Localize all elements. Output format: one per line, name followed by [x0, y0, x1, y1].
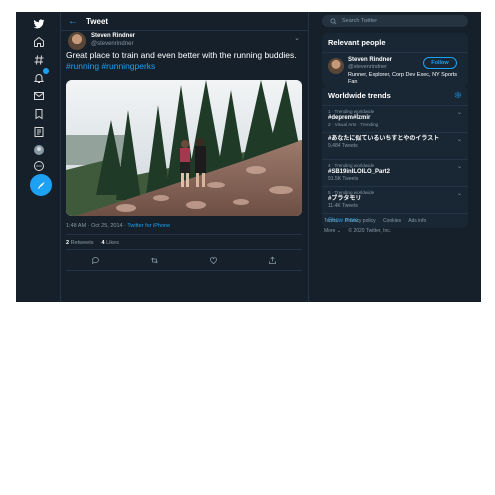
trend-context: 2 · Visual Arts · Trending: [328, 121, 379, 127]
notifications-bell-icon[interactable]: [31, 68, 49, 86]
tweet-stats: 2 Retweets 4 Likes: [66, 240, 119, 246]
trend-item[interactable]: 5 · Trending worldwide #ブラタモリ 11.4K Twee…: [322, 187, 468, 214]
reply-icon[interactable]: [91, 255, 101, 265]
trend-count: 91.5K Tweets: [328, 175, 359, 182]
trend-menu-chevron-down-icon[interactable]: ⌄: [457, 109, 462, 116]
tweet-photo[interactable]: [66, 80, 302, 216]
author-name[interactable]: Steven Rindner: [91, 32, 135, 40]
trend-menu-chevron-down-icon[interactable]: ⌄: [457, 136, 462, 143]
back-arrow-icon[interactable]: ←: [68, 16, 86, 27]
tweet-text: Great place to train and even better wit…: [66, 50, 302, 72]
tweet-menu-chevron-down-icon[interactable]: ⌄: [294, 34, 300, 42]
retweets-label: Retweets: [70, 240, 94, 246]
footer-more-menu[interactable]: More ⌄: [324, 228, 341, 234]
more-options-icon[interactable]: [31, 158, 47, 174]
relevant-people-card: Relevant people Steven Rindner @stevenri…: [322, 33, 468, 87]
home-icon[interactable]: [31, 34, 47, 50]
trend-count: 9,484 Tweets: [328, 143, 358, 149]
footer-link-terms[interactable]: Terms: [324, 218, 338, 224]
tweet-body-text: Great place to train and even better wit…: [66, 50, 297, 60]
trail-photo-image: [66, 80, 302, 216]
trends-title-text: Worldwide trends: [328, 91, 391, 100]
tweet-meta: 1:48 AM · Oct 25, 2014 · Twitter for iPh…: [66, 223, 171, 229]
relevant-person-handle: @stevenrindner: [348, 64, 387, 70]
copyright-text: © 2020 Twitter, Inc.: [348, 228, 392, 234]
like-heart-icon[interactable]: [209, 255, 219, 265]
relevant-person-avatar[interactable]: [328, 58, 344, 74]
tweet-actions: [66, 255, 302, 265]
lists-icon[interactable]: [31, 124, 47, 140]
trend-menu-chevron-down-icon[interactable]: ⌄: [457, 163, 462, 170]
profile-avatar-icon[interactable]: [31, 142, 47, 158]
footer-link-privacy[interactable]: Privacy policy: [345, 218, 376, 224]
tweet-detail-column: ← Tweet Steven Rindner @stevenrindner ⌄ …: [60, 12, 309, 302]
footer-link-cookies[interactable]: Cookies: [383, 218, 401, 224]
trend-menu-chevron-down-icon[interactable]: ⌄: [457, 190, 462, 197]
relevant-person-name[interactable]: Steven Rindner: [348, 57, 392, 63]
bookmarks-icon[interactable]: [31, 106, 47, 122]
tweet-hashtags[interactable]: #running #runningperks: [66, 61, 155, 71]
retweets-stat[interactable]: 2 Retweets: [66, 240, 94, 246]
twitter-app-window: ← Tweet Steven Rindner @stevenrindner ⌄ …: [16, 12, 481, 302]
author-avatar[interactable]: [68, 32, 86, 50]
share-icon[interactable]: [268, 255, 278, 265]
footer-links: Terms Privacy policy Cookies Ads info Mo…: [324, 216, 468, 236]
compose-feather-icon: [37, 181, 45, 189]
tweet-author[interactable]: Steven Rindner @stevenrindner: [68, 32, 135, 50]
explore-hashtag-icon[interactable]: [31, 52, 47, 68]
gear-icon[interactable]: [454, 91, 462, 101]
retweet-icon[interactable]: [150, 255, 160, 265]
author-handle[interactable]: @stevenrindner: [91, 40, 135, 48]
trend-name[interactable]: #あなたに似ているいちすとやのイラスト: [328, 136, 462, 143]
divider: [66, 249, 302, 250]
trend-name[interactable]: #ブラタモリ: [328, 196, 462, 203]
follow-button[interactable]: Follow: [423, 57, 457, 69]
tweet-timestamp[interactable]: 1:48 AM · Oct 25, 2014: [66, 223, 123, 229]
tweet-source[interactable]: Twitter for iPhone: [127, 223, 170, 229]
left-nav: [16, 12, 61, 302]
search-box[interactable]: Search Twitter: [322, 15, 468, 27]
messages-envelope-icon[interactable]: [31, 88, 47, 104]
trend-item[interactable]: 4 · Trending worldwide #SB19inILOILO_Par…: [322, 160, 468, 187]
right-sidebar: Search Twitter Relevant people Steven Ri…: [316, 12, 481, 302]
trend-count: 11.4K Tweets: [328, 202, 358, 209]
trend-item[interactable]: 1 · Trending worldwide #deprem#İzmir 2 ·…: [322, 106, 468, 133]
trends-card: Worldwide trends 1 · Trending worldwide …: [322, 86, 468, 228]
relevant-people-title: Relevant people: [322, 33, 468, 53]
compose-tweet-button[interactable]: [30, 174, 52, 196]
likes-count: 4: [101, 240, 105, 246]
notification-badge: [43, 68, 49, 74]
divider: [66, 270, 302, 271]
twitter-logo-icon[interactable]: [31, 16, 47, 32]
trend-item[interactable]: #あなたに似ているいちすとやのイラスト 9,484 Tweets ⌄: [322, 133, 468, 160]
trend-name[interactable]: #deprem#İzmir: [328, 115, 462, 122]
page-title: Tweet: [86, 16, 109, 26]
relevant-person-bio: Runner, Explorer, Corp Dev Exec, NY Spor…: [348, 72, 458, 85]
footer-link-ads-info[interactable]: Ads info: [408, 218, 426, 224]
trend-name[interactable]: #SB19inILOILO_Part2: [328, 169, 462, 176]
relevant-person[interactable]: Steven Rindner @stevenrindner Follow Run…: [322, 53, 468, 87]
likes-stat[interactable]: 4 Likes: [102, 240, 119, 246]
search-placeholder[interactable]: Search Twitter: [342, 18, 377, 24]
likes-label: Likes: [106, 240, 119, 246]
search-icon: [330, 18, 337, 24]
trends-title: Worldwide trends: [322, 86, 468, 106]
retweets-count: 2: [66, 240, 70, 246]
divider: [66, 234, 302, 235]
tweet-header: ← Tweet: [60, 12, 308, 31]
